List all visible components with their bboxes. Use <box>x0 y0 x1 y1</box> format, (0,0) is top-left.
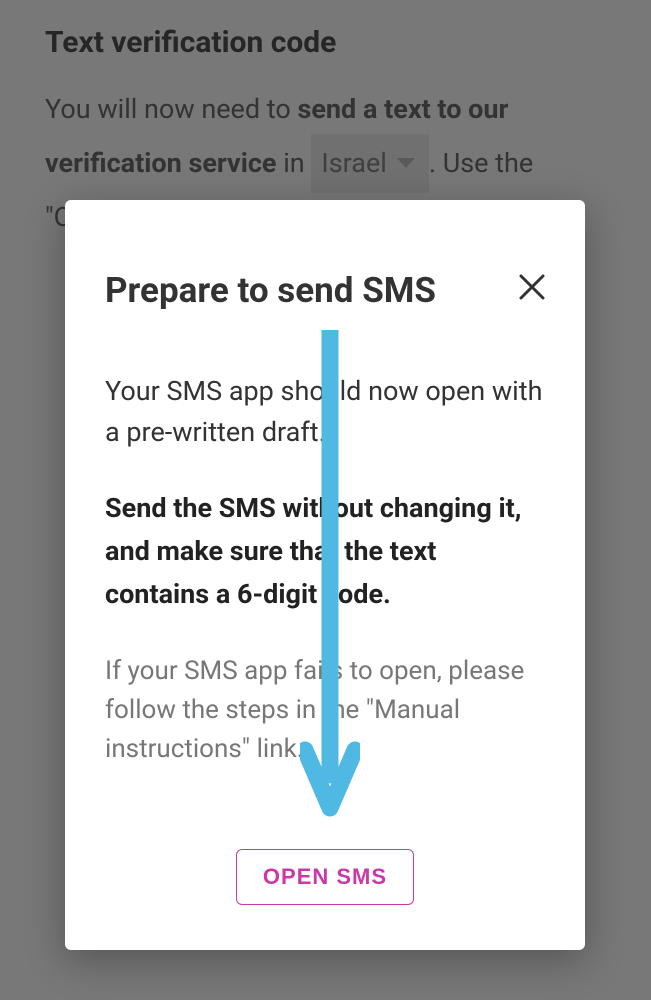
modal-text-instruction: Send the SMS without changing it, and ma… <box>105 487 545 617</box>
modal-title: Prepare to send SMS <box>105 270 545 311</box>
open-sms-button[interactable]: OPEN SMS <box>236 849 414 905</box>
modal-text-intro: Your SMS app should now open with a pre-… <box>105 371 545 452</box>
prepare-sms-modal: Prepare to send SMS Your SMS app should … <box>65 200 585 950</box>
close-icon <box>519 274 545 300</box>
close-button[interactable] <box>519 274 545 304</box>
modal-text-hint: If your SMS app fails to open, please fo… <box>105 652 545 769</box>
